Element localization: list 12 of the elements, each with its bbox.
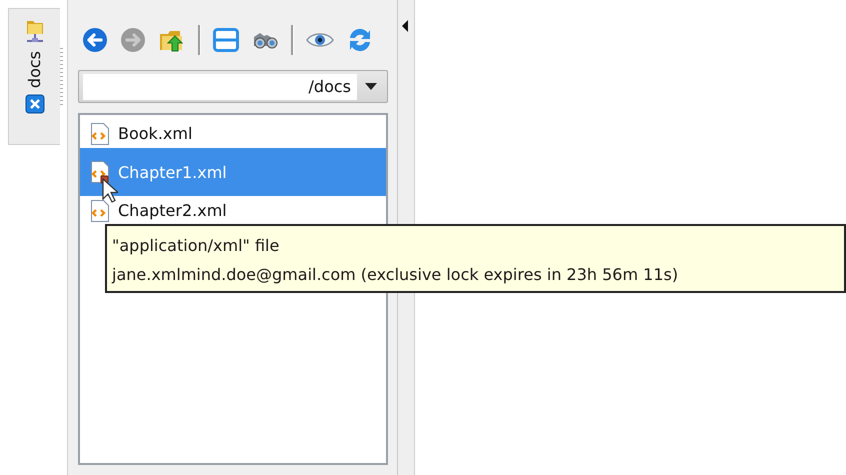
mouse-pointer-icon [102, 178, 118, 204]
tooltip-line: "application/xml" file [112, 235, 280, 257]
collapse-arrow-icon[interactable] [402, 20, 408, 32]
dropdown-arrow-icon[interactable] [365, 83, 377, 90]
split-view-icon[interactable] [213, 27, 239, 53]
docs-tab[interactable]: docs [8, 8, 60, 145]
file-item[interactable]: Book.xml [80, 119, 386, 148]
path-combo-box[interactable]: /docs [78, 70, 388, 103]
close-icon[interactable] [24, 94, 44, 114]
tooltip-line: jane.xmlmind.doe@gmail.com (exclusive lock expires in 23h 56m 11s) [112, 264, 680, 286]
file-item[interactable]: Chapter2.xml [80, 196, 386, 225]
tab-label: docs [25, 51, 44, 88]
